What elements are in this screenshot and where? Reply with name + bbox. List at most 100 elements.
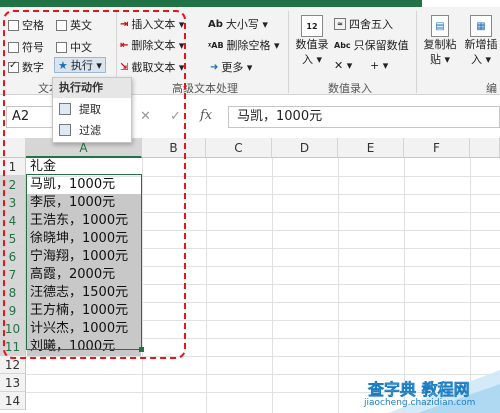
more-button[interactable]: ➜ 更多 ▾ — [210, 59, 252, 75]
extract-text-button[interactable]: ⇲ 截取文本 ▾ — [120, 59, 184, 75]
checkbox-space[interactable]: 空格 — [8, 17, 44, 33]
active-tab[interactable] — [422, 0, 500, 7]
case-button[interactable]: Ab 大小写 ▾ — [208, 16, 268, 32]
formula-input[interactable]: 马凯，1000元 — [228, 106, 500, 128]
delete-space-button[interactable]: ᵡAB 删除空格 ▾ — [208, 37, 280, 53]
multiply-button[interactable]: ✕ ▾ — [334, 59, 352, 72]
filter-icon — [59, 123, 71, 136]
checkbox-icon[interactable] — [56, 19, 67, 31]
row-header[interactable]: 7 — [0, 266, 26, 284]
column-header-f[interactable]: F — [404, 138, 470, 158]
case-icon: Ab — [208, 18, 223, 30]
checkbox-english[interactable]: 英文 — [56, 17, 92, 33]
checkbox-number-label: 数字 — [22, 61, 44, 74]
column-header-d[interactable]: D — [272, 138, 338, 158]
row-header[interactable]: 2 — [0, 176, 26, 194]
row-header[interactable]: 5 — [0, 230, 26, 248]
row-header[interactable]: 3 — [0, 194, 26, 212]
select-all-corner[interactable] — [0, 138, 26, 158]
plus-button[interactable]: + ▾ — [370, 59, 388, 72]
fill-handle[interactable] — [139, 347, 144, 352]
row-header[interactable]: 10 — [0, 320, 26, 338]
delete-text-label: 删除文本 ▾ — [131, 39, 185, 52]
row-header[interactable]: 11 — [0, 338, 26, 356]
function-icon[interactable]: fx — [200, 108, 212, 123]
checkbox-chinese[interactable]: 中文 — [56, 39, 92, 55]
checkbox-icon[interactable] — [8, 60, 19, 73]
cell-a11[interactable]: 刘曦，1000元 — [27, 338, 141, 356]
star-icon: ★ — [58, 58, 68, 72]
insert-table-icon: ▦ — [470, 15, 492, 37]
delete-text-button[interactable]: ⇤ 删除文本 ▾ — [120, 37, 184, 53]
round-icon: ≈ — [334, 18, 346, 30]
new-insert-button[interactable]: ▦ 新增插入 ▾ — [462, 15, 500, 67]
row-header[interactable]: 13 — [0, 374, 26, 392]
execute-button[interactable]: ★ 执行 ▾ — [54, 57, 106, 73]
insert-text-icon: ⇥ — [120, 18, 129, 30]
menu-item-extract[interactable]: 提取 — [53, 98, 131, 119]
cell-a4[interactable]: 王浩东，1000元 — [27, 212, 141, 230]
dropdown-header: 执行动作 — [53, 78, 131, 98]
checkbox-symbol-label: 符号 — [22, 41, 44, 54]
column-header-b[interactable]: B — [142, 138, 206, 158]
checkbox-icon[interactable] — [56, 41, 67, 53]
clipboard-icon: ▤ — [431, 15, 449, 37]
execute-label: 执行 ▾ — [70, 59, 102, 72]
keep-value-button[interactable]: Abc 只保留数值 — [334, 37, 409, 53]
keep-value-icon: Abc — [334, 40, 351, 50]
row-header[interactable]: 14 — [0, 392, 26, 410]
delete-space-icon: ᵡAB — [208, 40, 224, 50]
gridline — [26, 356, 500, 357]
number-entry-icon: 12 — [301, 15, 323, 37]
cell-a7[interactable]: 高霞，2000元 — [27, 266, 141, 284]
plus-icon: + ▾ — [370, 59, 389, 72]
checkbox-space-label: 空格 — [22, 19, 44, 32]
extract-text-label: 截取文本 ▾ — [131, 61, 185, 74]
execute-dropdown-menu: 执行动作 提取 过滤 — [52, 77, 132, 143]
cell-a8[interactable]: 汪德志，1500元 — [27, 284, 141, 302]
ribbon-tab-strip — [0, 0, 500, 7]
checkbox-number[interactable]: 数字 — [8, 59, 44, 75]
row-header[interactable]: 6 — [0, 248, 26, 266]
row-header[interactable]: 12 — [0, 356, 26, 374]
cell-a9[interactable]: 王方楠，1000元 — [27, 302, 141, 320]
checkbox-symbol[interactable]: 符号 — [8, 39, 44, 55]
copy-paste-button[interactable]: ▤ 复制粘贴 ▾ — [420, 15, 460, 67]
watermark-url: jiaocheng.chazidian.com — [364, 398, 476, 408]
confirm-icon[interactable]: ✓ — [170, 109, 181, 124]
checkbox-icon[interactable] — [8, 41, 19, 53]
row-header[interactable]: 1 — [0, 158, 26, 176]
case-label: 大小写 ▾ — [225, 18, 268, 31]
column-header-e[interactable]: E — [338, 138, 404, 158]
cell-a3[interactable]: 李辰，1000元 — [27, 194, 141, 212]
row-header[interactable]: 9 — [0, 302, 26, 320]
more-label: 更多 ▾ — [221, 61, 253, 74]
insert-text-label: 插入文本 ▾ — [131, 18, 185, 31]
menu-item-filter[interactable]: 过滤 — [53, 119, 131, 140]
checkbox-icon[interactable] — [8, 19, 19, 31]
row-header[interactable]: 8 — [0, 284, 26, 302]
number-entry-button[interactable]: 12 数值录入 ▾ — [294, 15, 330, 67]
round-label: 四舍五入 — [349, 18, 393, 31]
new-insert-label: 新增插入 ▾ — [464, 38, 498, 66]
group-label-advanced: 高级文本处理 — [172, 82, 238, 95]
extract-icon — [59, 102, 71, 115]
cancel-icon[interactable]: ✕ — [140, 109, 151, 124]
round-button[interactable]: ≈ 四舍五入 — [334, 16, 393, 32]
column-header-next[interactable] — [470, 138, 500, 158]
delete-space-label: 删除空格 ▾ — [226, 39, 280, 52]
group-separator — [416, 11, 417, 93]
group-separator — [288, 11, 289, 93]
row-header[interactable]: 4 — [0, 212, 26, 230]
more-arrow-icon: ➜ — [210, 61, 219, 73]
cell-a6[interactable]: 宁海翔，1000元 — [27, 248, 141, 266]
keep-value-label: 只保留数值 — [353, 39, 409, 52]
insert-text-button[interactable]: ⇥ 插入文本 ▾ — [120, 16, 184, 32]
cell-a1[interactable]: 礼金 — [27, 158, 141, 176]
cell-a2[interactable]: 马凯，1000元 — [27, 176, 141, 194]
cell-a10[interactable]: 计兴杰，1000元 — [27, 320, 141, 338]
watermark-title: 查字典 教程网 — [368, 380, 470, 400]
column-header-c[interactable]: C — [206, 138, 272, 158]
cell-a5[interactable]: 徐晓坤，1000元 — [27, 230, 141, 248]
checkbox-chinese-label: 中文 — [70, 41, 92, 54]
